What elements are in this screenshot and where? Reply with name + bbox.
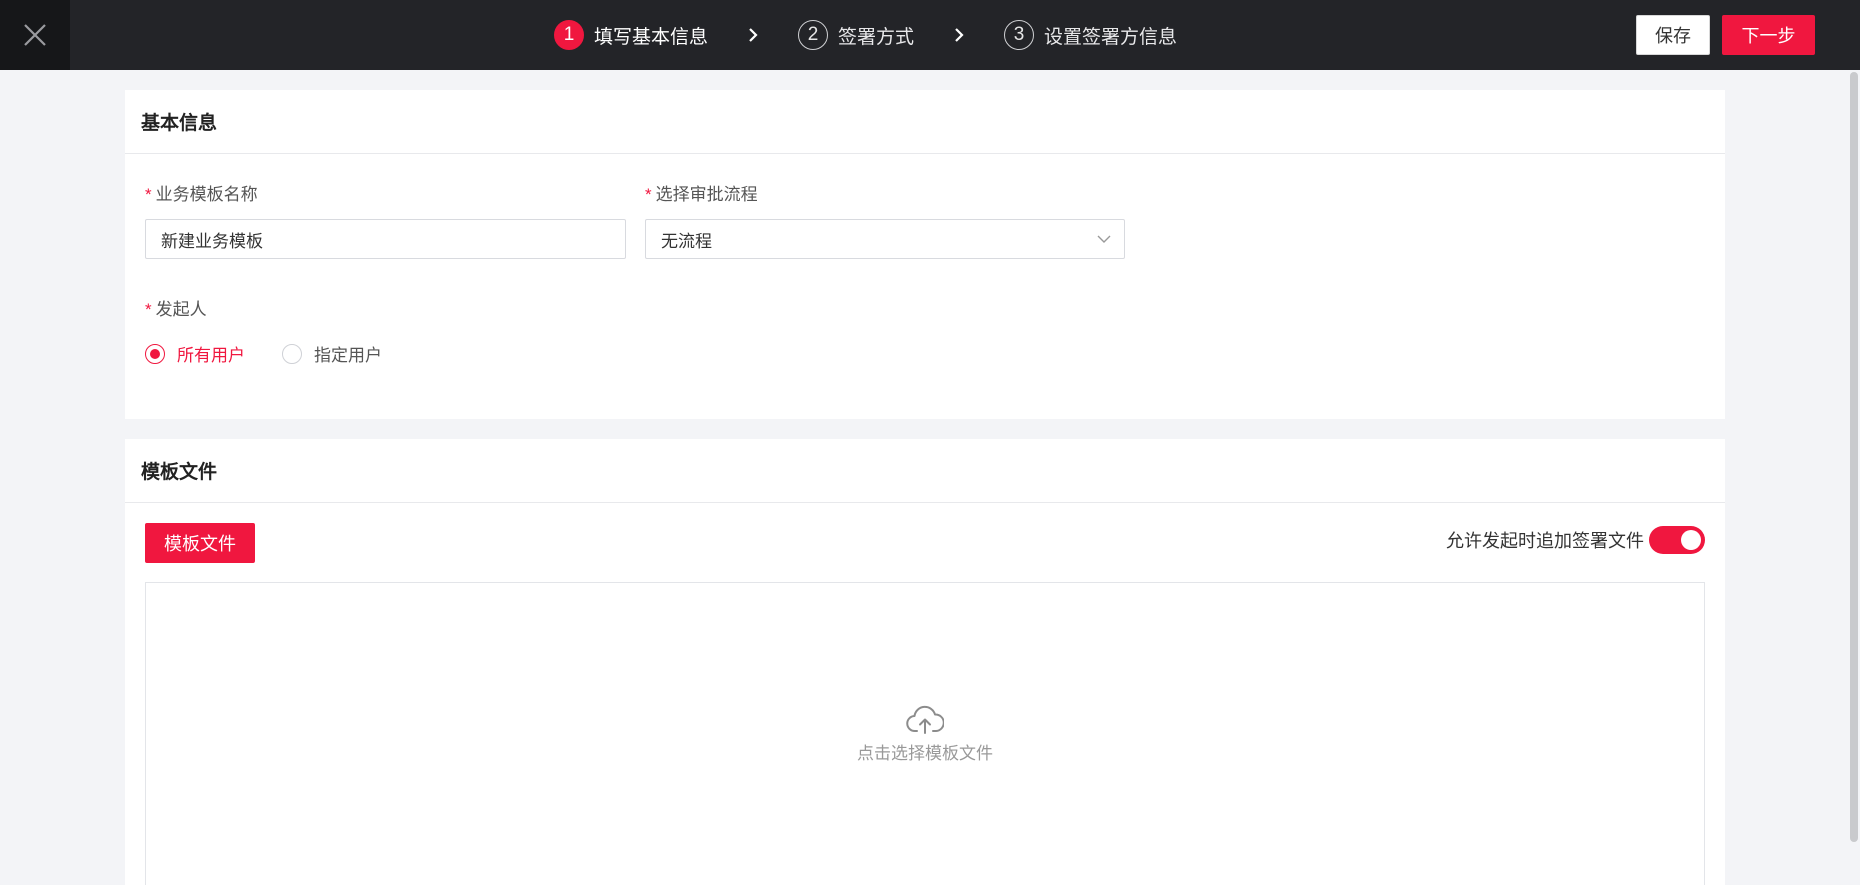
step-3-label: 设置签署方信息 (1044, 26, 1178, 48)
template-name-value: 新建业务模板 (161, 231, 263, 251)
append-files-toggle[interactable] (1649, 526, 1705, 554)
required-mark: * (145, 300, 152, 319)
radio-all-users-label: 所有用户 (177, 346, 245, 365)
radio-all-users[interactable]: 所有用户 (145, 341, 245, 366)
step-2-number: 2 (798, 20, 829, 50)
radio-checked-icon (145, 343, 165, 364)
top-header: 1 填写基本信息 2 签署方式 3 设置签署方信息 保存 下一步 (0, 0, 1860, 70)
template-file-button[interactable]: 模板文件 (145, 523, 255, 563)
append-files-label: 允许发起时追加签署文件 (1446, 531, 1644, 551)
approval-flow-select[interactable]: 无流程 (645, 219, 1125, 259)
toggle-knob (1681, 530, 1701, 550)
basic-info-title: 基本信息 (125, 90, 1725, 154)
basic-info-card: 基本信息 * 业务模板名称 新建业务模板 * 选择审批流程 无流程 * 发起人 所有用… (125, 90, 1725, 419)
step-3[interactable]: 3 设置签署方信息 (1004, 20, 1177, 50)
template-name-label: * 业务模板名称 (145, 180, 258, 205)
template-files-card: 模板文件 模板文件 允许发起时追加签署文件 点击选择模板文件 (125, 439, 1725, 885)
step-1-label: 填写基本信息 (594, 26, 709, 48)
template-files-title: 模板文件 (125, 439, 1725, 503)
chevron-right-icon (748, 27, 758, 43)
radio-specified-users[interactable]: 指定用户 (282, 341, 382, 366)
step-2[interactable]: 2 签署方式 (798, 20, 914, 50)
next-step-button[interactable]: 下一步 (1722, 15, 1815, 55)
step-3-number: 3 (1004, 20, 1035, 50)
step-1[interactable]: 1 填写基本信息 (554, 20, 708, 50)
save-button[interactable]: 保存 (1636, 15, 1710, 55)
template-upload-dropzone[interactable]: 点击选择模板文件 (145, 582, 1705, 885)
close-button[interactable] (0, 0, 70, 70)
approval-flow-label-text: 选择审批流程 (655, 185, 758, 204)
required-mark: * (645, 185, 652, 204)
template-name-label-text: 业务模板名称 (155, 185, 258, 204)
template-name-input[interactable]: 新建业务模板 (145, 219, 626, 259)
initiator-label-text: 发起人 (155, 300, 207, 319)
approval-flow-label: * 选择审批流程 (645, 180, 758, 205)
approval-flow-value: 无流程 (661, 231, 712, 251)
upload-hint-text: 点击选择模板文件 (857, 744, 993, 763)
chevron-down-icon (1097, 235, 1111, 243)
initiator-radio-group: 所有用户 指定用户 (145, 341, 419, 366)
upload-prompt: 点击选择模板文件 (146, 705, 1704, 764)
page-scrollbar-thumb[interactable] (1850, 72, 1858, 842)
step-1-number: 1 (554, 20, 584, 50)
step-2-label: 签署方式 (838, 26, 915, 48)
close-icon (24, 24, 46, 46)
initiator-label: * 发起人 (145, 295, 207, 320)
chevron-right-icon (954, 27, 964, 43)
radio-unchecked-icon (282, 343, 302, 364)
step-indicator: 1 填写基本信息 2 签署方式 3 设置签署方信息 (554, 0, 1177, 70)
cloud-upload-icon (906, 705, 944, 734)
required-mark: * (145, 185, 152, 204)
append-files-setting: 允许发起时追加签署文件 (1446, 526, 1705, 554)
radio-specified-users-label: 指定用户 (314, 346, 382, 365)
